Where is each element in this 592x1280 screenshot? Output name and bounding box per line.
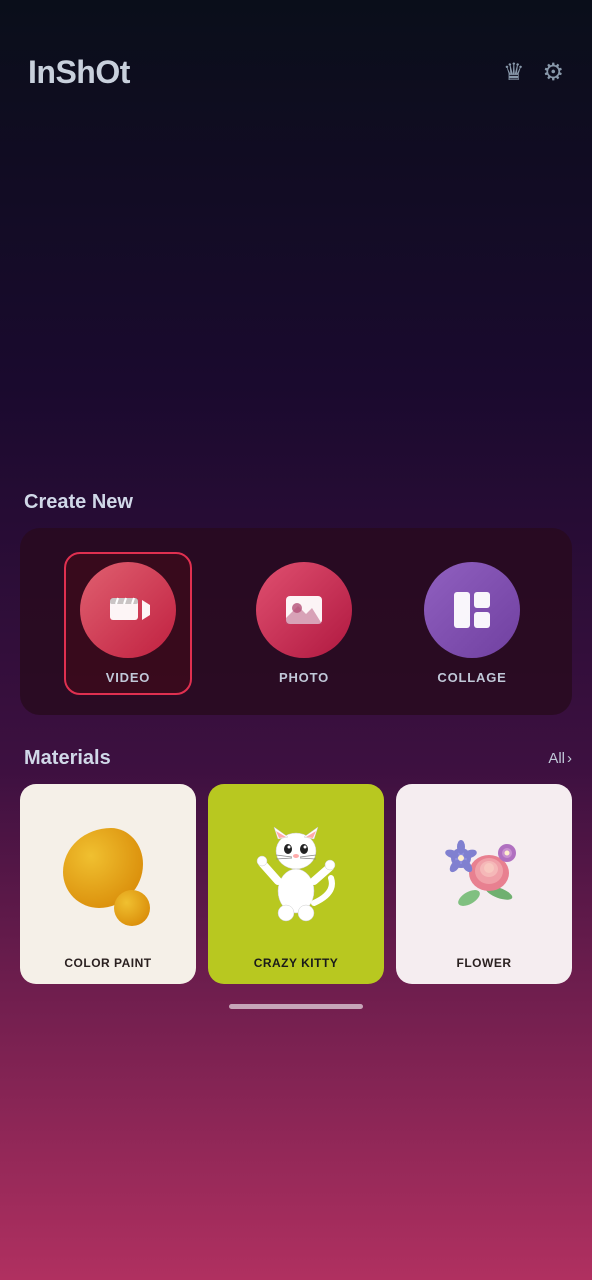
create-collage-item[interactable]: COLLAGE: [416, 554, 528, 693]
paint-blob-small: [114, 890, 150, 926]
header: InShOt: [0, 0, 592, 111]
materials-header: Materials All ›: [20, 747, 572, 770]
material-color-paint[interactable]: COLOR PAINT: [20, 784, 196, 984]
header-actions: [503, 58, 564, 87]
color-paint-label: COLOR PAINT: [60, 956, 155, 970]
video-icon: [106, 588, 150, 632]
video-circle: [80, 562, 176, 658]
materials-all-link[interactable]: All ›: [548, 750, 572, 767]
crazy-kitty-image: [208, 784, 384, 956]
home-indicator: [229, 1004, 363, 1009]
app-logo: InShOt: [28, 54, 130, 91]
cat-svg: [256, 823, 336, 923]
paint-blobs: [58, 818, 158, 928]
crazy-kitty-label: CRAZY KITTY: [250, 956, 343, 970]
settings-icon[interactable]: [542, 58, 564, 87]
collage-label: COLLAGE: [437, 670, 506, 685]
video-label: VIDEO: [106, 670, 150, 685]
collage-circle: [424, 562, 520, 658]
main-content: Create New VIDEO: [0, 491, 592, 984]
color-paint-image: [20, 784, 196, 956]
photo-icon: [282, 588, 326, 632]
crown-icon[interactable]: [503, 58, 525, 87]
create-video-item[interactable]: VIDEO: [64, 552, 192, 695]
flower-image: [396, 784, 572, 956]
flower-label: FLOWER: [453, 956, 516, 970]
material-flower[interactable]: FLOWER: [396, 784, 572, 984]
create-new-card: VIDEO PHOTO COLLAGE: [20, 528, 572, 715]
flower-svg: [439, 823, 529, 923]
photo-label: PHOTO: [279, 670, 329, 685]
collage-icon: [450, 588, 494, 632]
materials-title: Materials: [20, 747, 111, 770]
create-photo-item[interactable]: PHOTO: [248, 554, 360, 693]
materials-grid: COLOR PAINT: [20, 784, 572, 984]
material-crazy-kitty[interactable]: CRAZY KITTY: [208, 784, 384, 984]
photo-circle: [256, 562, 352, 658]
create-new-title: Create New: [20, 491, 572, 514]
